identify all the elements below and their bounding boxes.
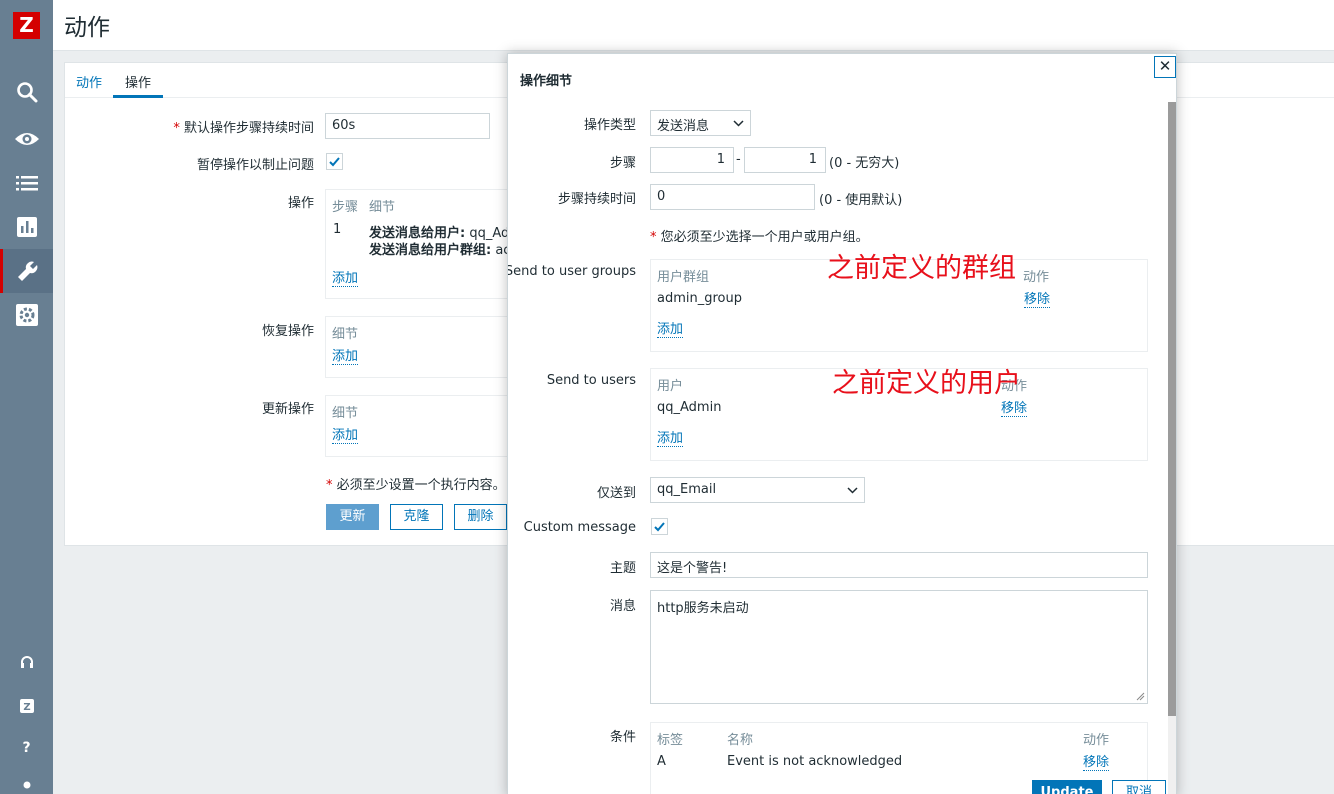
active-tab-indicator bbox=[113, 95, 163, 98]
user-name: qq_Admin bbox=[657, 400, 722, 415]
subject-label: 主题 bbox=[609, 561, 636, 576]
condition-action-col-header: 动作 bbox=[1083, 733, 1110, 748]
conditions-label: 条件 bbox=[609, 730, 636, 745]
chevron-down-icon bbox=[733, 120, 744, 127]
page-header: 动作 bbox=[53, 0, 1334, 51]
send-to-users-label: Send to users bbox=[546, 373, 636, 388]
tab-action[interactable]: 动作 bbox=[76, 72, 102, 91]
operation-details-dialog: 操作细节 ✕ 操作类型 发送消息 步骤 1 - 1 (0 - 无穷大) 步骤持续… bbox=[507, 53, 1177, 794]
wrench-icon[interactable] bbox=[0, 249, 53, 293]
user-col-header: 用户 bbox=[657, 379, 684, 394]
name-col-header: 名称 bbox=[727, 733, 754, 748]
add-user-link[interactable]: 添加 bbox=[657, 431, 684, 447]
send-only-to-select[interactable]: qq_Email bbox=[650, 477, 865, 503]
group-action-col-header: 动作 bbox=[1023, 270, 1050, 285]
operations-label: 操作 bbox=[287, 196, 314, 211]
close-icon[interactable]: ✕ bbox=[1154, 56, 1176, 78]
col-step-header: 步骤 bbox=[332, 200, 359, 215]
zabbix-logo[interactable]: Z bbox=[13, 12, 40, 39]
update-ops-label: 更新操作 bbox=[261, 402, 314, 417]
add-update-op-link[interactable]: 添加 bbox=[332, 428, 359, 444]
update-ops-table: 细节 添加 bbox=[325, 395, 515, 457]
default-step-duration-input[interactable]: 60s bbox=[325, 113, 490, 139]
custom-message-checkbox[interactable] bbox=[651, 518, 668, 535]
step-to-input[interactable]: 1 bbox=[744, 147, 826, 173]
users-annotation: 之前定义的用户 bbox=[832, 368, 1021, 399]
steps-hint: (0 - 无穷大) bbox=[829, 156, 900, 171]
subject-input[interactable]: 这是个警告! bbox=[650, 552, 1148, 578]
tag-col-header: 标签 bbox=[657, 733, 684, 748]
dialog-title: 操作细节 bbox=[520, 74, 573, 89]
svg-text:Z: Z bbox=[23, 702, 30, 713]
default-step-duration-label: * 默认操作步骤持续时间 bbox=[173, 121, 314, 136]
chart-icon[interactable] bbox=[0, 205, 53, 249]
add-operation-link[interactable]: 添加 bbox=[332, 271, 359, 287]
recovery-label: 恢复操作 bbox=[261, 324, 314, 339]
cog-icon[interactable] bbox=[0, 293, 53, 337]
dialog-cancel-button[interactable]: 取消 bbox=[1112, 780, 1166, 794]
remove-condition-link[interactable]: 移除 bbox=[1083, 755, 1110, 771]
scrollbar-thumb[interactable] bbox=[1168, 102, 1176, 716]
add-group-link[interactable]: 添加 bbox=[657, 322, 684, 338]
recovery-table: 细节 添加 bbox=[325, 316, 515, 378]
custom-message-label: Custom message bbox=[523, 520, 636, 535]
operation-type-select[interactable]: 发送消息 bbox=[650, 110, 751, 136]
user-required-notice: * 您必须至少选择一个用户或用户组。 bbox=[650, 230, 869, 245]
eye-icon[interactable] bbox=[0, 117, 53, 161]
help-icon[interactable]: ? bbox=[0, 740, 53, 756]
delete-button[interactable]: 删除 bbox=[454, 504, 507, 530]
step-duration-input[interactable]: 0 bbox=[650, 184, 815, 210]
clone-button[interactable]: 克隆 bbox=[390, 504, 443, 530]
step-duration-hint: (0 - 使用默认) bbox=[819, 193, 903, 208]
page-title: 动作 bbox=[64, 15, 110, 41]
update-button[interactable]: 更新 bbox=[326, 504, 379, 530]
message-textarea[interactable]: http服务未启动 bbox=[650, 590, 1148, 704]
send-to-groups-label: Send to user groups bbox=[507, 264, 636, 279]
remove-group-link[interactable]: 移除 bbox=[1024, 292, 1051, 308]
condition-name: Event is not acknowledged bbox=[727, 754, 903, 769]
step-from-input[interactable]: 1 bbox=[650, 147, 734, 173]
headset-icon[interactable] bbox=[0, 640, 53, 684]
condition-tag: A bbox=[657, 754, 666, 769]
user-icon[interactable] bbox=[0, 770, 53, 794]
message-label: 消息 bbox=[609, 599, 636, 614]
update-details-header: 细节 bbox=[332, 406, 359, 421]
steps-label: 步骤 bbox=[609, 156, 636, 171]
dialog-update-button[interactable]: Update bbox=[1032, 780, 1102, 794]
resize-grip-icon[interactable] bbox=[1136, 692, 1145, 701]
sidebar: Z Z ? bbox=[0, 0, 53, 794]
steps-separator: - bbox=[736, 152, 741, 167]
step-duration-label: 步骤持续时间 bbox=[557, 192, 636, 207]
operation-detail-2: 发送消息给用户群组: ac bbox=[369, 243, 511, 258]
operation-type-label: 操作类型 bbox=[583, 118, 636, 133]
list-icon[interactable] bbox=[0, 161, 53, 205]
remove-user-link[interactable]: 移除 bbox=[1001, 401, 1028, 417]
share-icon[interactable]: Z bbox=[0, 684, 53, 728]
required-warning: * 必须至少设置一个执行内容。 bbox=[326, 478, 506, 493]
recovery-details-header: 细节 bbox=[332, 327, 359, 342]
send-only-to-label: 仅送到 bbox=[596, 486, 636, 501]
user-group-col-header: 用户群组 bbox=[657, 270, 710, 285]
operation-step: 1 bbox=[333, 222, 342, 237]
search-icon[interactable] bbox=[0, 70, 53, 114]
operations-table: 步骤 细节 1 发送消息给用户: qq_Ad 发送消息给用户群组: ac 添加 bbox=[325, 189, 515, 299]
groups-annotation: 之前定义的群组 bbox=[827, 253, 1016, 284]
user-group-name: admin_group bbox=[657, 291, 742, 306]
col-details-header: 细节 bbox=[369, 200, 396, 215]
pause-label: 暂停操作以制止问题 bbox=[196, 158, 314, 173]
add-recovery-link[interactable]: 添加 bbox=[332, 349, 359, 365]
chevron-down-icon bbox=[847, 487, 858, 494]
tab-operations[interactable]: 操作 bbox=[125, 72, 151, 91]
pause-checkbox[interactable] bbox=[326, 153, 343, 170]
